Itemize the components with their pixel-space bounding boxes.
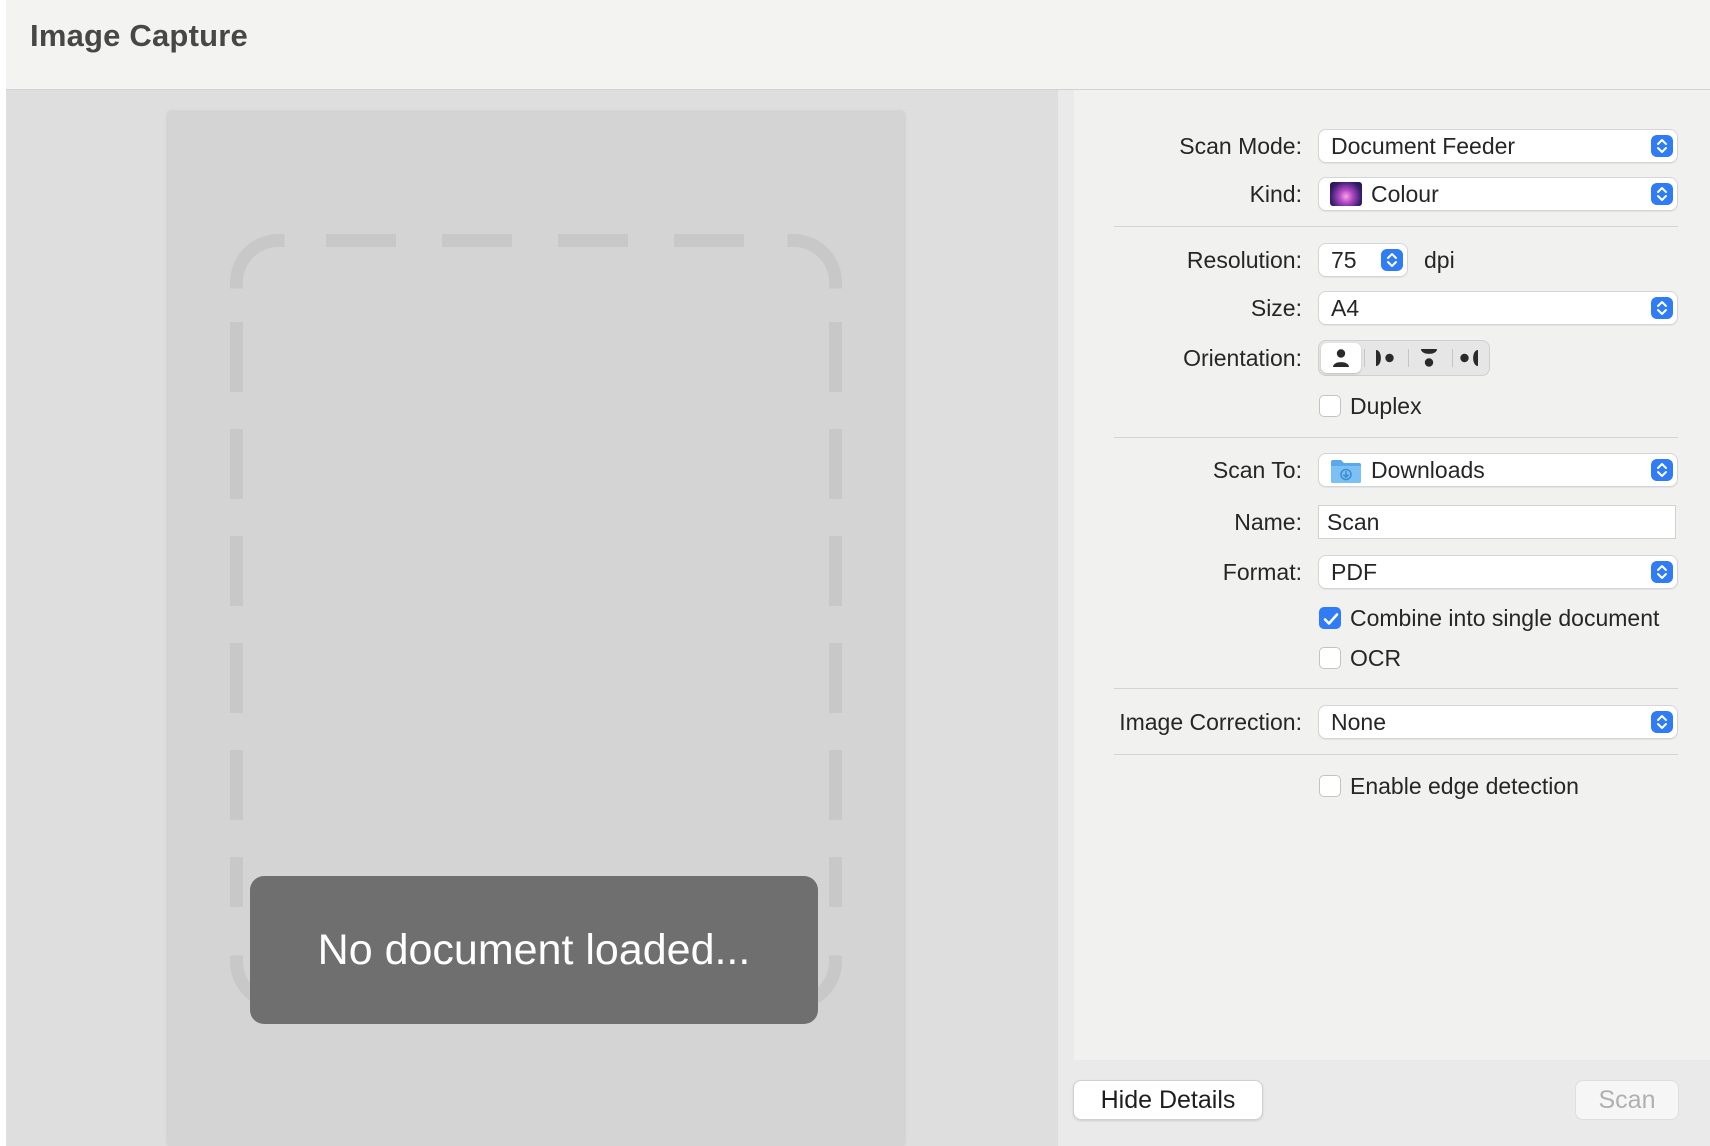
chevron-updown-icon bbox=[1381, 249, 1403, 271]
size-popup[interactable]: A4 bbox=[1318, 291, 1678, 325]
ocr-label: OCR bbox=[1350, 645, 1402, 671]
ocr-checkbox[interactable] bbox=[1319, 647, 1341, 669]
name-field[interactable]: Scan bbox=[1318, 505, 1676, 539]
page-sheet: No document loaded... bbox=[168, 112, 904, 1146]
chevron-updown-icon bbox=[1651, 135, 1673, 157]
no-document-message: No document loaded... bbox=[317, 925, 751, 974]
resolution-popup[interactable]: 75 bbox=[1318, 243, 1408, 277]
image-correction-popup[interactable]: None bbox=[1318, 705, 1678, 739]
checkmark-icon bbox=[1323, 613, 1339, 625]
kind-popup[interactable]: Colour bbox=[1318, 177, 1678, 211]
image-correction-value: None bbox=[1331, 709, 1386, 735]
format-label: Format: bbox=[1222, 559, 1302, 585]
colour-swatch-icon bbox=[1330, 182, 1362, 206]
scan-mode-value: Document Feeder bbox=[1331, 133, 1516, 159]
duplex-label: Duplex bbox=[1350, 393, 1422, 419]
size-value: A4 bbox=[1331, 295, 1360, 321]
edge-detection-checkbox[interactable] bbox=[1319, 775, 1341, 797]
orientation-segmented-control bbox=[1318, 340, 1490, 376]
kind-label: Kind: bbox=[1249, 181, 1302, 207]
scan-button[interactable]: Scan bbox=[1575, 1080, 1679, 1120]
section-divider bbox=[1114, 226, 1678, 227]
downloads-folder-icon bbox=[1330, 458, 1362, 484]
duplex-checkbox[interactable] bbox=[1319, 395, 1341, 417]
combine-checkbox[interactable] bbox=[1319, 607, 1341, 629]
app-title: Image Capture bbox=[30, 18, 248, 53]
chevron-updown-icon bbox=[1651, 459, 1673, 481]
rotate-right-icon[interactable] bbox=[1449, 343, 1489, 373]
orientation-label: Orientation: bbox=[1183, 345, 1302, 371]
section-divider bbox=[1114, 437, 1678, 438]
kind-value: Colour bbox=[1371, 181, 1439, 207]
title-bar: Image Capture bbox=[6, 0, 1710, 90]
format-value: PDF bbox=[1331, 559, 1377, 585]
image-correction-label: Image Correction: bbox=[1119, 709, 1302, 735]
resolution-label: Resolution: bbox=[1186, 247, 1302, 273]
scan-to-value: Downloads bbox=[1371, 457, 1485, 483]
edge-detection-label: Enable edge detection bbox=[1350, 773, 1579, 799]
resolution-unit: dpi bbox=[1424, 247, 1455, 273]
resolution-value: 75 bbox=[1331, 247, 1357, 273]
hide-details-button[interactable]: Hide Details bbox=[1073, 1080, 1263, 1120]
chevron-updown-icon bbox=[1651, 561, 1673, 583]
section-divider bbox=[1114, 754, 1678, 755]
combine-label: Combine into single document bbox=[1350, 605, 1660, 631]
format-popup[interactable]: PDF bbox=[1318, 555, 1678, 589]
no-document-banner: No document loaded... bbox=[250, 876, 818, 1024]
rotate-left-icon[interactable] bbox=[1365, 343, 1405, 373]
portrait-icon[interactable] bbox=[1321, 343, 1361, 373]
upside-down-icon[interactable] bbox=[1409, 343, 1449, 373]
scan-to-label: Scan To: bbox=[1212, 457, 1302, 483]
chevron-updown-icon bbox=[1651, 183, 1673, 205]
image-capture-window: Image Capture No document loaded... Scan… bbox=[0, 0, 1710, 1146]
size-label: Size: bbox=[1250, 295, 1302, 321]
scan-mode-label: Scan Mode: bbox=[1179, 133, 1302, 159]
scan-mode-popup[interactable]: Document Feeder bbox=[1318, 129, 1678, 163]
chevron-updown-icon bbox=[1651, 711, 1673, 733]
scan-to-popup[interactable]: Downloads bbox=[1318, 453, 1678, 487]
section-divider bbox=[1114, 688, 1678, 689]
chevron-updown-icon bbox=[1651, 297, 1673, 319]
name-label: Name: bbox=[1234, 509, 1302, 535]
scan-preview-area: No document loaded... bbox=[6, 90, 1058, 1146]
